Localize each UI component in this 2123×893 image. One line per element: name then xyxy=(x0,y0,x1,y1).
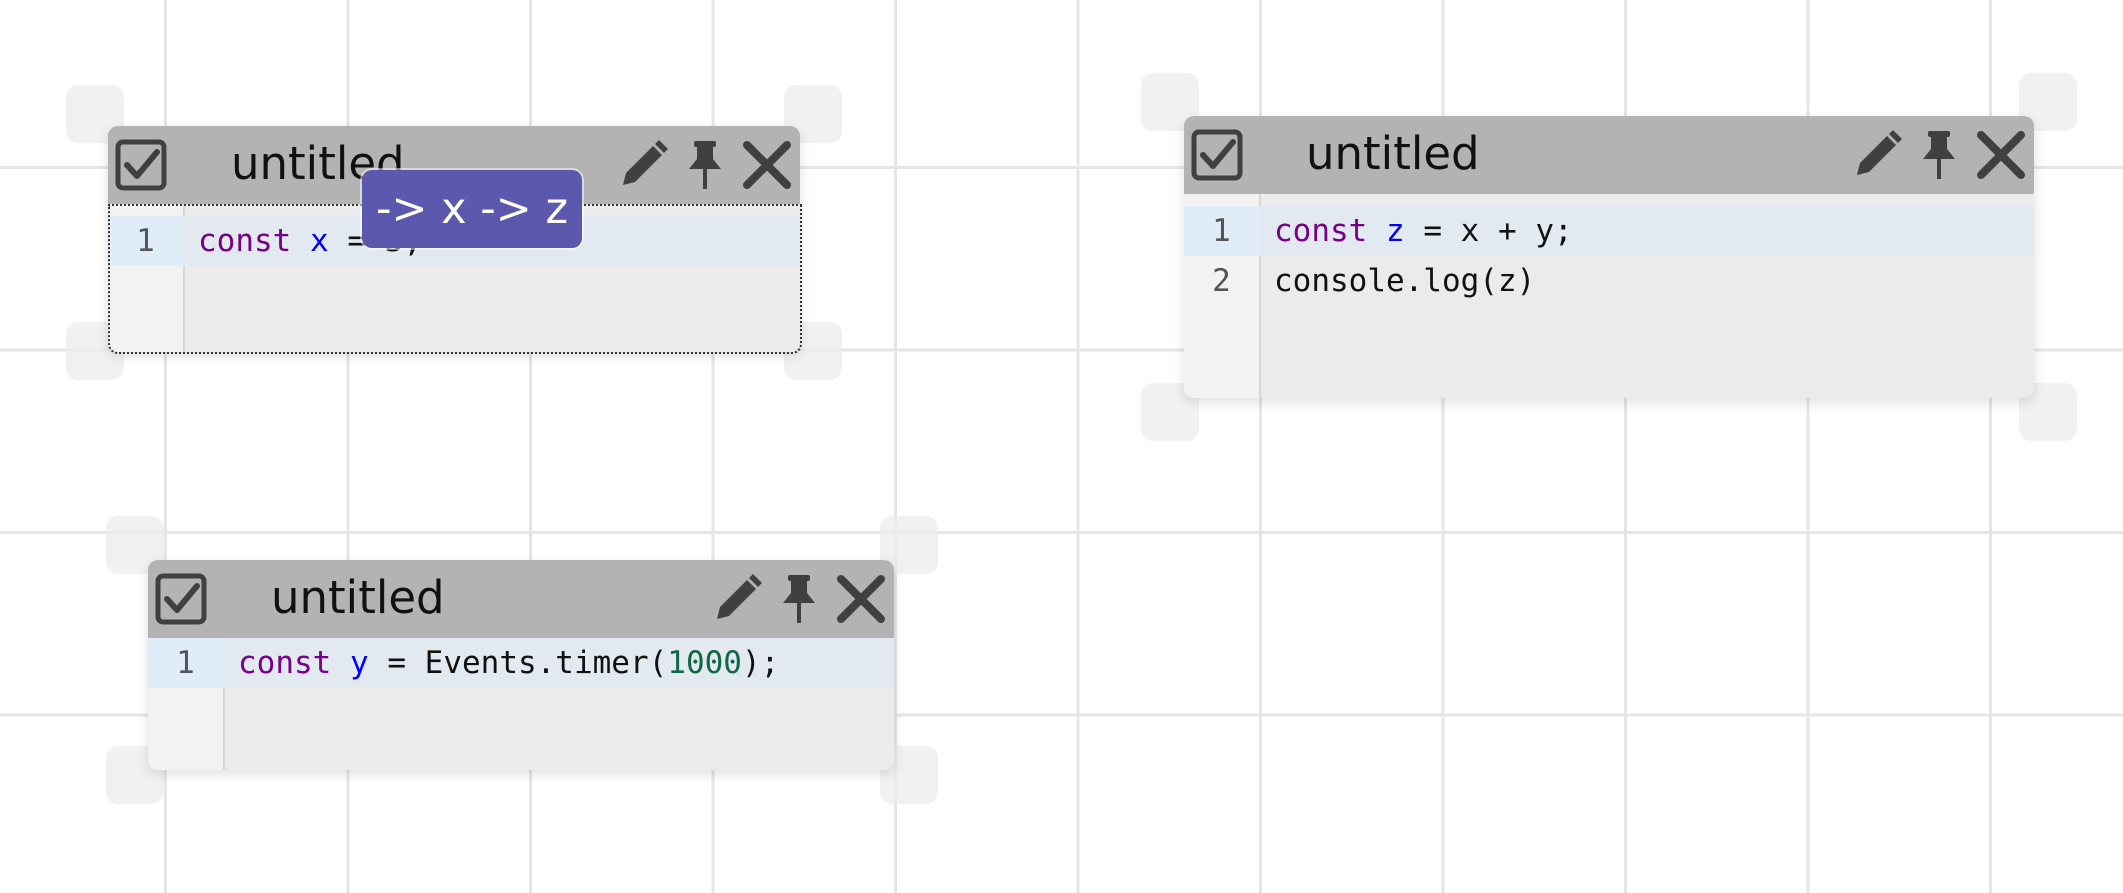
cell-header[interactable]: untitled xyxy=(1184,116,2034,194)
variable: z xyxy=(1386,213,1405,249)
close-icon xyxy=(837,575,885,623)
cell-title[interactable]: untitled xyxy=(1306,126,1480,182)
code-text: console.log(z) xyxy=(1274,263,1536,299)
close-icon xyxy=(1977,131,2025,179)
close-button[interactable] xyxy=(1972,126,2030,184)
checkbox-checked-icon[interactable] xyxy=(114,138,168,192)
code-line[interactable]: 2 console.log(z) xyxy=(1184,256,2034,306)
edit-button[interactable] xyxy=(614,136,672,194)
checkbox-checked-icon[interactable] xyxy=(154,572,208,626)
pin-button[interactable] xyxy=(770,570,828,628)
edit-button[interactable] xyxy=(1848,126,1906,184)
pencil-icon xyxy=(1857,130,1902,175)
code-line[interactable]: 1 const y = Events.timer(1000); xyxy=(148,638,894,688)
pin-button[interactable] xyxy=(676,136,734,194)
variable: y xyxy=(350,645,369,681)
code-text: = x + y; xyxy=(1404,213,1573,249)
pin-icon xyxy=(1923,131,1955,179)
pencil-icon xyxy=(623,140,668,185)
line-number: 1 xyxy=(108,216,183,266)
code-cell-y[interactable]: untitled 1 const y = Events.timer(1000); xyxy=(148,560,894,770)
cell-title[interactable]: untitled xyxy=(271,570,445,626)
keyword: const xyxy=(198,223,292,259)
code-line[interactable]: 1 const z = x + y; xyxy=(1184,206,2034,256)
close-button[interactable] xyxy=(832,570,890,628)
pin-icon xyxy=(783,575,815,623)
dependency-tooltip: -> x -> z xyxy=(362,170,582,248)
code-editor[interactable]: 1 const z = x + y; 2 console.log(z) xyxy=(1184,194,2034,398)
line-number: 2 xyxy=(1212,263,1231,299)
line-number: 1 xyxy=(148,638,223,688)
code-text: ); xyxy=(741,645,780,681)
pin-button[interactable] xyxy=(1910,126,1968,184)
line-number: 1 xyxy=(1184,206,1259,256)
cell-header[interactable]: untitled xyxy=(148,560,894,638)
code-cell-z[interactable]: untitled 1 const z = x + y; 2 console.lo… xyxy=(1184,116,2034,398)
variable: x xyxy=(310,223,329,259)
number-literal: 1000 xyxy=(667,645,742,681)
code-editor[interactable]: 1 const y = Events.timer(1000); xyxy=(148,638,894,770)
close-button[interactable] xyxy=(738,136,796,194)
close-icon xyxy=(743,141,791,189)
keyword: const xyxy=(1274,213,1368,249)
pin-icon xyxy=(689,141,721,189)
keyword: const xyxy=(238,645,332,681)
edit-button[interactable] xyxy=(708,570,766,628)
checkbox-checked-icon[interactable] xyxy=(1190,128,1244,182)
pencil-icon xyxy=(717,574,762,619)
code-text: = Events.timer( xyxy=(368,645,668,681)
